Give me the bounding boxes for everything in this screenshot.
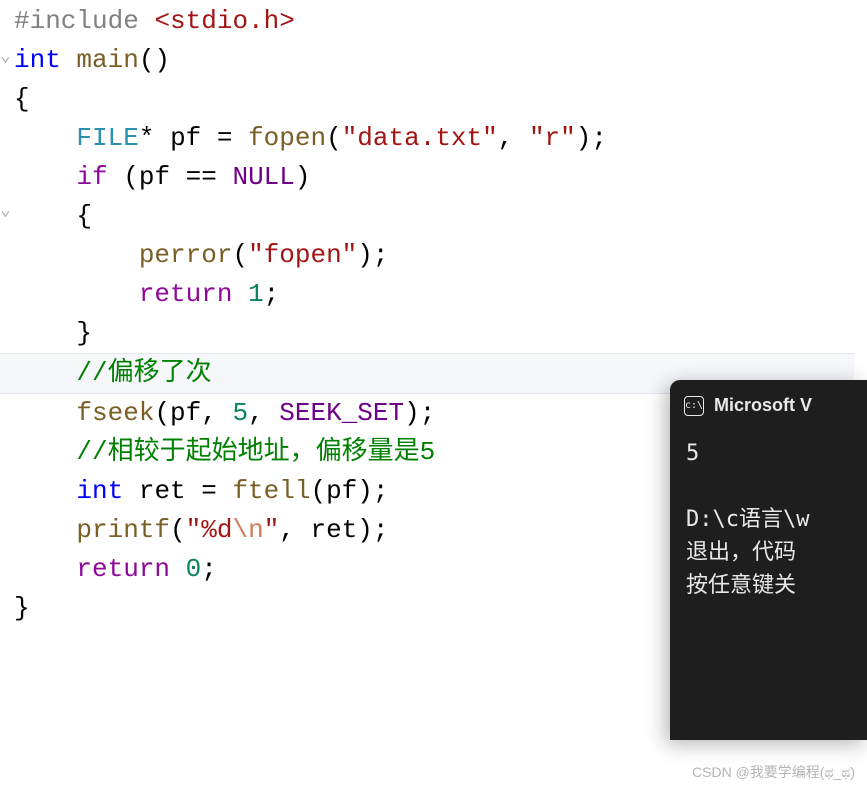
terminal-icon: c:\ — [684, 396, 704, 416]
output-line: 退出，代码 — [686, 536, 851, 569]
function-name: main — [61, 45, 139, 75]
code-line: perror("fopen"); — [14, 236, 854, 275]
output-line — [686, 470, 851, 503]
keyword: return — [76, 554, 170, 584]
code-line: #include <stdio.h> — [14, 2, 854, 41]
terminal-output: 5 D:\c语言\w 退出，代码 按任意键关 — [670, 427, 867, 612]
fold-open-icon[interactable]: ⌄ — [0, 44, 11, 71]
punct: () — [139, 45, 170, 75]
function-call: fseek — [76, 398, 154, 428]
code-line: if (pf == NULL) — [14, 158, 854, 197]
code-line: int main() — [14, 41, 854, 80]
code-line: } — [14, 314, 854, 353]
code-line: FILE* pf = fopen("data.txt", "r"); — [14, 119, 854, 158]
number: 5 — [232, 398, 248, 428]
function-call: ftell — [232, 476, 310, 506]
string-literal: "r" — [529, 123, 576, 153]
code-line: return 1; — [14, 275, 854, 314]
constant: SEEK_SET — [279, 398, 404, 428]
function-call: printf — [76, 515, 170, 545]
terminal-window[interactable]: c:\ Microsoft V 5 D:\c语言\w 退出，代码 按任意键关 — [670, 380, 867, 740]
escape-seq: \n — [232, 515, 263, 545]
fold-open-icon[interactable]: ⌄ — [0, 198, 11, 225]
watermark: CSDN @我要学编程(ಥ_ಥ) — [692, 762, 855, 783]
keyword: int — [14, 45, 61, 75]
output-line: 5 — [686, 437, 851, 470]
include-header: <stdio.h> — [154, 6, 294, 36]
type: FILE — [76, 123, 138, 153]
gutter: ⌄ ⌄ — [0, 0, 12, 789]
terminal-title: Microsoft V — [714, 392, 812, 419]
string-literal: "fopen" — [248, 240, 357, 270]
function-call: perror — [139, 240, 233, 270]
number: 1 — [248, 279, 264, 309]
output-line: D:\c语言\w — [686, 503, 851, 536]
code-line: { — [14, 80, 854, 119]
string-literal: "%d — [186, 515, 233, 545]
preproc-directive: #include — [14, 6, 154, 36]
keyword: int — [76, 476, 123, 506]
code-line: { — [14, 197, 854, 236]
number: 0 — [186, 554, 202, 584]
keyword: return — [139, 279, 233, 309]
terminal-title-bar[interactable]: c:\ Microsoft V — [670, 380, 867, 427]
comment: //偏移了次 — [76, 358, 211, 388]
string-literal: "data.txt" — [342, 123, 498, 153]
constant: NULL — [232, 162, 294, 192]
comment: //相较于起始地址，偏移量是5 — [76, 437, 435, 467]
function-call: fopen — [248, 123, 326, 153]
output-line: 按任意键关 — [686, 569, 851, 602]
keyword: if — [76, 162, 107, 192]
